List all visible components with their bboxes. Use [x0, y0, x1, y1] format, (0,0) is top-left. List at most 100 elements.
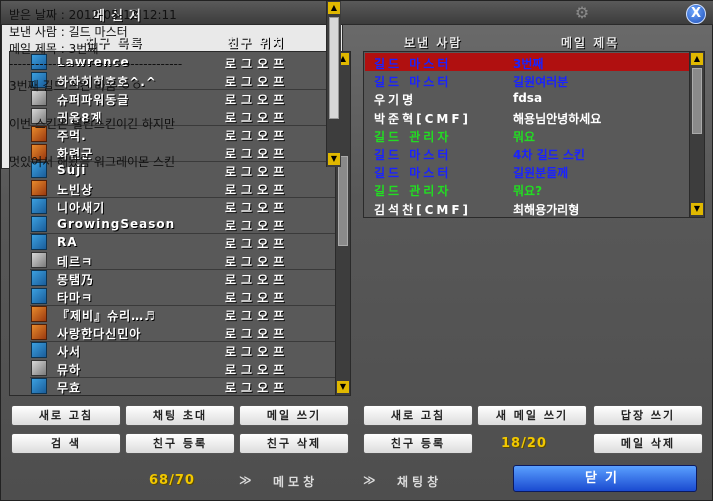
friend-row[interactable]: 무효 로그오프	[10, 377, 336, 395]
mail-subject: 길원분들께	[513, 166, 569, 181]
character-avatar-icon	[31, 324, 47, 340]
friend-location: 로그오프	[225, 219, 290, 233]
scroll-down-icon[interactable]: ▼	[691, 203, 703, 215]
new-mail-button[interactable]: 새 메일 쓰기	[477, 405, 587, 426]
character-avatar-icon	[31, 252, 47, 268]
scroll-up-icon[interactable]: ▲	[328, 2, 340, 14]
mail-sender: 김석찬[CMF]	[374, 202, 472, 217]
mail-subject: 길원여러분	[513, 75, 569, 90]
scroll-down-icon[interactable]: ▼	[328, 153, 340, 165]
friend-name: RA	[57, 235, 78, 249]
friend-name: 테르ㅋ	[57, 255, 94, 269]
close-window-button[interactable]: X	[686, 4, 706, 24]
message-divider: ----------------------------------------	[9, 57, 183, 71]
scroll-thumb[interactable]	[329, 17, 339, 119]
mail-row[interactable]: 우기명 fdsa	[365, 89, 689, 107]
message-body-line: 멋있어서 해봤음 워그레이몬 스킨	[9, 155, 176, 169]
mail-row[interactable]: 길드 관리자 뭐요	[365, 126, 689, 144]
friend-location: 로그오프	[225, 273, 290, 287]
refresh-friends-button[interactable]: 새로 고침	[11, 405, 121, 426]
friend-name: 노빈상	[57, 183, 94, 197]
sender-header: 보낸 사람	[404, 36, 463, 50]
mail-subject: fdsa	[513, 91, 543, 106]
mail-sender: 길드 마스터	[374, 75, 452, 90]
friend-location: 로그오프	[225, 75, 290, 89]
character-avatar-icon	[31, 306, 47, 322]
scroll-up-icon[interactable]: ▲	[691, 53, 703, 65]
friend-location: 로그오프	[225, 129, 290, 143]
memo-window-link[interactable]: 메모창	[273, 473, 318, 490]
message-scrollbar[interactable]: ▲ ▼	[326, 1, 341, 167]
friend-name: 타마ㅋ	[57, 291, 94, 305]
delete-mail-button[interactable]: 메일 삭제	[593, 433, 703, 454]
mail-row[interactable]: 김석찬[CMF] 최해용가리형	[365, 199, 689, 217]
friend-row[interactable]: 몽탬乃 로그오프	[10, 269, 336, 287]
friend-row[interactable]: 뮤하 로그오프	[10, 359, 336, 377]
close-button[interactable]: 닫기	[513, 465, 697, 492]
friend-row[interactable]: 타마ㅋ 로그오프	[10, 287, 336, 305]
friend-list[interactable]: Lawrence 로그오프 하하히히호호^.^ 로그오프 슈퍼파워동글 로그오프 귀옴8계 로…	[9, 51, 351, 396]
friend-row[interactable]: 사랑한다신민아 로그오프	[10, 323, 336, 341]
send-mail-button[interactable]: 메일 쓰기	[239, 405, 349, 426]
scroll-down-icon[interactable]: ▼	[337, 381, 349, 393]
mail-sender: 길드 마스터	[374, 57, 452, 71]
friend-location: 로그오프	[225, 183, 290, 197]
scroll-thumb[interactable]	[692, 68, 702, 134]
mail-subject: 최해용가리형	[513, 202, 580, 217]
delete-friend-button[interactable]: 친구 삭제	[239, 433, 349, 454]
chat-invite-button[interactable]: 채팅 초대	[125, 405, 235, 426]
friend-row[interactable]: 니아새기 로그오프	[10, 197, 336, 215]
mail-subject: 4차 길드 스킨	[513, 148, 585, 162]
friend-row[interactable]: 노빈상 로그오프	[10, 179, 336, 197]
memo-arrow-icon: ≫	[239, 473, 252, 487]
friend-location: 로그오프	[225, 57, 290, 71]
add-friend-right-button[interactable]: 친구 등록	[363, 433, 473, 454]
friend-row[interactable]: RA 로그오프	[10, 233, 336, 251]
message-sender: 보낸 사람 : 길드 마스터	[9, 25, 128, 39]
mail-row[interactable]: 박준혁[CMF] 해용님안녕하세요	[365, 108, 689, 126]
friend-name: 니아새기	[57, 201, 106, 215]
reply-button[interactable]: 답장 쓰기	[593, 405, 703, 426]
mail-row[interactable]: 길드 마스터 3번째	[365, 53, 689, 71]
chat-arrow-icon: ≫	[363, 473, 376, 487]
friend-row[interactable]: 사서 로그오프	[10, 341, 336, 359]
mail-row[interactable]: 길드 관리자 뭐요?	[365, 180, 689, 198]
mail-list-scrollbar[interactable]: ▲ ▼	[689, 52, 704, 217]
friend-row[interactable]: 『제비』슈리…♬ 로그오프	[10, 305, 336, 323]
friend-name: 뮤하	[57, 363, 82, 377]
refresh-mail-button[interactable]: 새로 고침	[363, 405, 473, 426]
friend-location: 로그오프	[225, 201, 290, 215]
character-avatar-icon	[31, 360, 47, 376]
character-avatar-icon	[31, 180, 47, 196]
friend-location: 로그오프	[225, 327, 290, 341]
add-friend-button[interactable]: 친구 등록	[125, 433, 235, 454]
mail-counter: 18/20	[501, 436, 547, 451]
mail-sender: 길드 관리자	[374, 129, 452, 144]
friend-location: 로그오프	[225, 255, 290, 269]
character-avatar-icon	[31, 342, 47, 358]
message-received-date: 받은 날짜 : 2012-05-12 12:11	[9, 8, 177, 22]
character-avatar-icon	[31, 198, 47, 214]
mail-sender: 길드 마스터	[374, 166, 452, 181]
friend-location: 로그오프	[225, 291, 290, 305]
mail-row[interactable]: 길드 마스터 길원여러분	[365, 71, 689, 89]
message-subject: 메일 제목 : 3번째	[9, 42, 99, 56]
friend-row[interactable]: GrowingSeason 로그오프	[10, 215, 336, 233]
search-button[interactable]: 검 색	[11, 433, 121, 454]
character-avatar-icon	[31, 288, 47, 304]
mail-subject-header: 메일 제목	[561, 36, 620, 50]
chat-window-link[interactable]: 채팅창	[397, 473, 442, 490]
friend-row[interactable]: 테르ㅋ 로그오프	[10, 251, 336, 269]
friend-name: 사랑한다신민아	[57, 327, 142, 341]
mail-row[interactable]: 길드 마스터 4차 길드 스킨	[365, 144, 689, 162]
message-body-line: 이번 스킨은 널린스킨이긴 하지만	[9, 117, 176, 131]
character-avatar-icon	[31, 270, 47, 286]
scroll-thumb[interactable]	[338, 156, 348, 246]
friend-location-header: 친구 위치	[227, 36, 286, 50]
friend-location: 로그오프	[225, 363, 290, 377]
friend-location: 로그오프	[225, 237, 290, 251]
gear-icon: ⚙	[574, 3, 590, 22]
mail-list[interactable]: 길드 마스터 3번째 길드 마스터 길원여러분 우기명 fdsa 박준혁[CMF] 해용님안…	[363, 51, 705, 218]
mail-sender: 길드 마스터	[374, 148, 452, 162]
mail-row[interactable]: 길드 마스터 길원분들께	[365, 162, 689, 180]
